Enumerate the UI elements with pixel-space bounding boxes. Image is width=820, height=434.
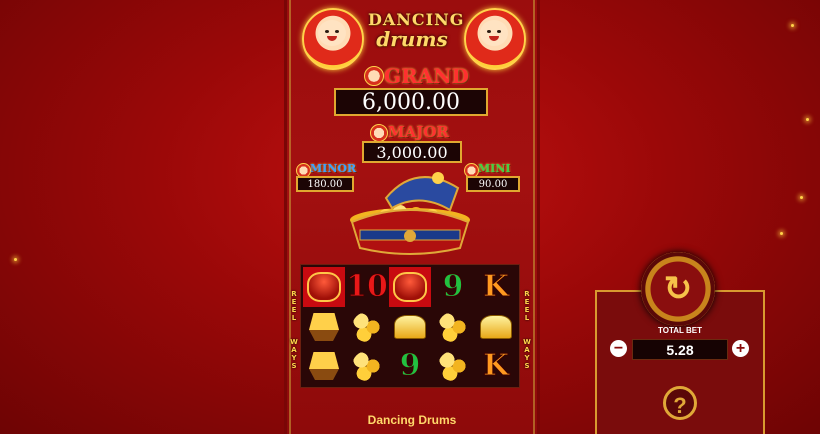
coins-icon <box>438 351 468 381</box>
mini-value: 90.00 <box>466 176 520 192</box>
coins-icon <box>352 351 382 381</box>
king-symbol: K <box>482 269 510 304</box>
reel-cell-coins <box>432 307 474 347</box>
gold-ingot-icon <box>394 315 426 339</box>
grand-label: GRAND <box>384 64 469 88</box>
reel-cell-ingot <box>475 307 517 347</box>
reel-cell-ship <box>303 346 345 386</box>
reel-cell-k: K <box>475 267 517 307</box>
reel-cell-coins <box>432 346 474 386</box>
decrease-bet-button[interactable]: − <box>610 340 627 357</box>
total-bet-label: TOTAL BET <box>658 326 702 335</box>
coins-icon <box>352 312 382 342</box>
sparkle <box>791 24 794 27</box>
sparkle <box>806 118 809 121</box>
ten-symbol: 10 <box>346 269 389 304</box>
treasure-pot-icon <box>350 172 470 255</box>
reel-cell-9: 9 <box>389 346 431 386</box>
sparkle <box>14 258 17 261</box>
sparkle <box>800 196 803 199</box>
reel-cell-coins <box>346 307 388 347</box>
major-label: MAJOR <box>388 123 449 141</box>
reel-ways-label-left: REELWAYS <box>290 290 298 370</box>
coins-icon <box>438 312 468 342</box>
drum-icon <box>393 272 427 302</box>
reel-cell-ingot <box>389 307 431 347</box>
reel-cell-10: 10 <box>346 267 389 307</box>
reel-cell-ship <box>303 307 345 347</box>
reel-grid: 10 9 9 K K <box>300 264 520 388</box>
reel-cell-drum <box>389 267 431 307</box>
logo-line2: drums <box>376 27 448 51</box>
boy-character-icon <box>302 8 364 70</box>
drum-icon <box>307 272 341 302</box>
total-bet-value: 5.28 <box>632 339 728 360</box>
major-face-icon <box>370 124 388 142</box>
nine-symbol: 9 <box>399 348 421 383</box>
game-logo: DANCING drums <box>368 10 463 64</box>
spin-arrow-icon: ↻ <box>663 270 693 308</box>
ship-icon <box>309 352 339 380</box>
ship-icon <box>309 313 339 341</box>
girl-character-icon <box>464 8 526 70</box>
major-value: 3,000.00 <box>362 141 462 163</box>
game-title: Dancing Drums <box>367 413 457 427</box>
gold-ingot-icon <box>480 315 512 339</box>
increase-bet-button[interactable]: + <box>732 340 749 357</box>
reel-ways-label-right: REELWAYS <box>523 290 531 370</box>
help-button[interactable]: ? <box>663 386 697 420</box>
reel-cell-drum <box>303 267 345 307</box>
reel-cell-9: 9 <box>432 267 474 307</box>
mini-label: MINI <box>478 162 511 175</box>
nine-symbol: 9 <box>442 269 464 304</box>
spin-button[interactable]: ↻ <box>641 252 715 326</box>
reel-cell-coins <box>346 346 388 386</box>
reel-cell-k: K <box>475 346 517 386</box>
king-symbol: K <box>482 348 510 383</box>
sparkle <box>780 232 783 235</box>
grand-value: 6,000.00 <box>334 88 488 116</box>
grand-face-icon <box>364 66 384 86</box>
